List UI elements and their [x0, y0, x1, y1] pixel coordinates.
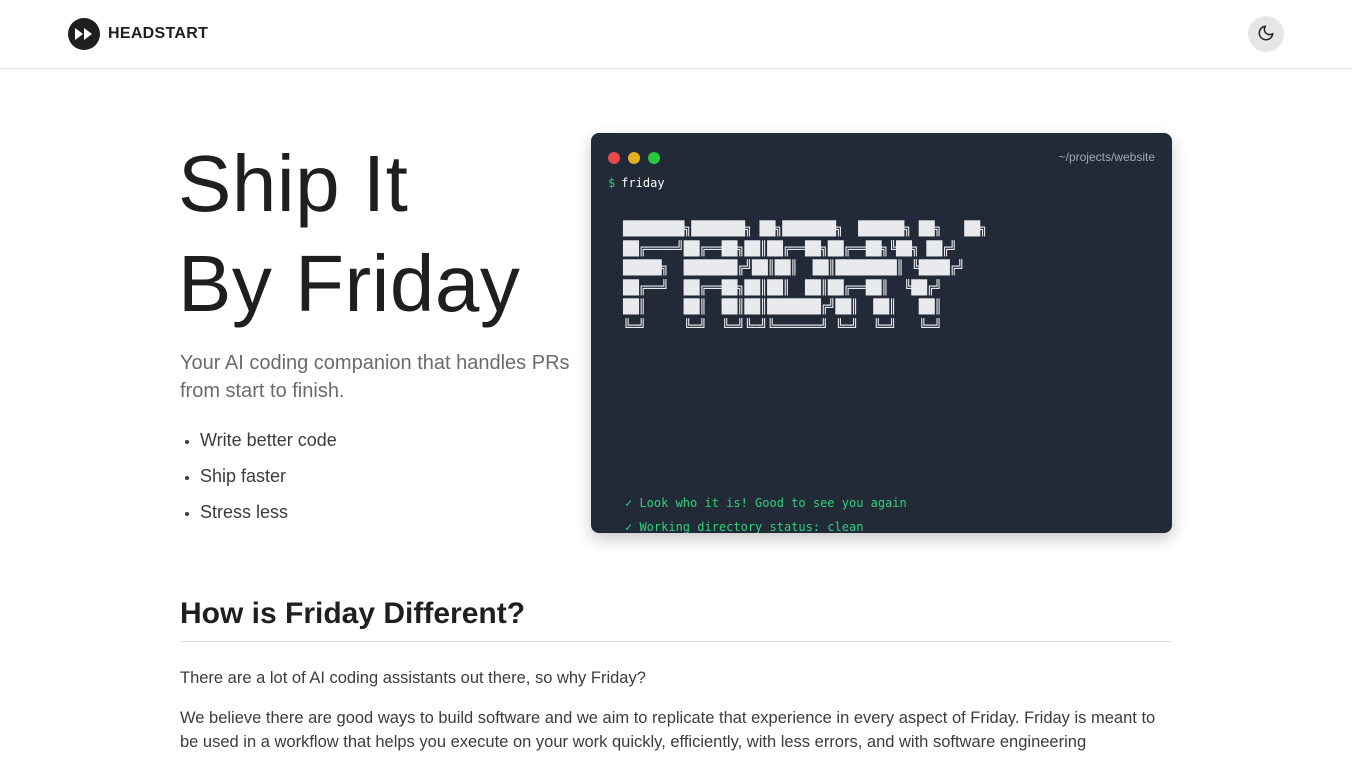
site-header: HEADSTART	[0, 0, 1352, 69]
feature-item: Stress less	[200, 494, 337, 530]
feature-item: Ship faster	[200, 458, 337, 494]
brand-link[interactable]: HEADSTART	[68, 18, 208, 50]
hero-title: Ship It By Friday	[178, 134, 578, 334]
theme-toggle-button[interactable]	[1248, 16, 1284, 52]
fast-forward-icon	[68, 18, 100, 50]
window-close-dot	[608, 152, 620, 164]
hero-subtitle: Your AI coding companion that handles PR…	[180, 352, 570, 402]
terminal-window: ~/projects/website $ friday ████████╗████…	[591, 133, 1172, 533]
terminal-status-line: ✓ Look who it is! Good to see you again	[625, 496, 907, 510]
terminal-command: friday	[621, 176, 665, 190]
section-divider	[180, 641, 1172, 642]
feature-item: Write better code	[200, 422, 337, 458]
hero-title-line-2: By Friday	[178, 239, 521, 328]
brand-name: HEADSTART	[108, 25, 209, 42]
prompt-symbol: $	[608, 176, 616, 190]
section-title: How is Friday Different?	[180, 597, 526, 630]
terminal-status-line: ✓ Working directory status: clean	[625, 520, 864, 533]
hero-title-line-1: Ship It	[178, 139, 409, 228]
terminal-path: ~/projects/website	[1058, 150, 1155, 164]
moon-icon	[1257, 24, 1275, 45]
section-paragraph: There are a lot of AI coding assistants …	[180, 669, 646, 687]
window-minimize-dot	[628, 152, 640, 164]
terminal-prompt: $ friday	[608, 176, 665, 190]
ascii-art-logo: ████████╗███████╗ ██╗███████╗ ██████╗ ██…	[623, 221, 988, 335]
section-paragraph: We believe there are good ways to build …	[180, 709, 1156, 751]
feature-list: Write better code Ship faster Stress les…	[200, 422, 337, 530]
window-maximize-dot	[648, 152, 660, 164]
